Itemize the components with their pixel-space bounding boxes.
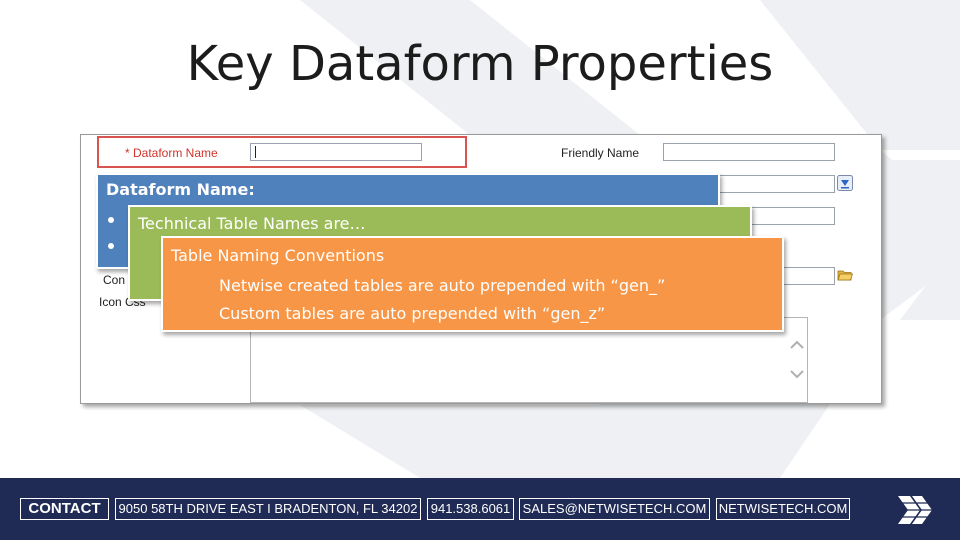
text-caret bbox=[255, 146, 256, 158]
dataform-name-label: * Dataform Name bbox=[125, 146, 218, 160]
naming-conventions-callout: Table Naming Conventions Netwise created… bbox=[161, 236, 784, 332]
bullet bbox=[108, 243, 114, 249]
netwise-logo-icon bbox=[898, 496, 934, 524]
address-box: 9050 58TH DRIVE EAST I BRADENTON, FL 342… bbox=[115, 498, 421, 520]
dataform-name-input[interactable] bbox=[250, 143, 422, 161]
partial-label-1: Con bbox=[103, 273, 126, 287]
page-title: Key Dataform Properties bbox=[186, 36, 774, 92]
bullet bbox=[108, 217, 114, 223]
phone-link[interactable]: 941.538.6061 bbox=[427, 498, 514, 520]
lookup-arrow-icon[interactable] bbox=[837, 175, 853, 191]
website-link[interactable]: NETWISETECH.COM bbox=[716, 498, 850, 520]
convention-line: Custom tables are auto prepended with “g… bbox=[219, 304, 606, 323]
folder-icon[interactable] bbox=[837, 267, 853, 283]
callout-title: Dataform Name: bbox=[106, 180, 255, 199]
friendly-name-label: Friendly Name bbox=[561, 146, 640, 160]
contact-label: CONTACT bbox=[20, 498, 109, 520]
callout-title: Table Naming Conventions bbox=[171, 246, 385, 265]
callout-title: Technical Table Names are… bbox=[138, 214, 366, 233]
footer-bar: CONTACT 9050 58TH DRIVE EAST I BRADENTON… bbox=[0, 478, 960, 540]
scroll-up-icon[interactable] bbox=[789, 340, 805, 350]
scroll-down-icon[interactable] bbox=[789, 369, 805, 379]
email-link[interactable]: SALES@NETWISETECH.COM bbox=[519, 498, 710, 520]
friendly-name-input[interactable] bbox=[663, 143, 835, 161]
convention-line: Netwise created tables are auto prepende… bbox=[219, 276, 666, 295]
